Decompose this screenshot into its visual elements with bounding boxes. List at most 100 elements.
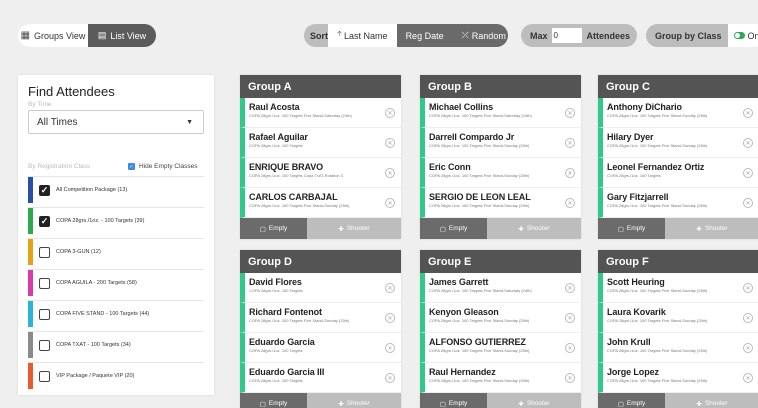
remove-icon[interactable]: ✕ xyxy=(565,283,575,293)
attendee-name: Raul Hernandez xyxy=(429,367,496,377)
add-shooter-button[interactable]: ✚ Shooter xyxy=(487,218,581,239)
remove-icon[interactable]: ✕ xyxy=(743,198,753,208)
group-card: Group B Michael Collins COPA 28grs./1oz. 1… xyxy=(420,75,581,239)
class-checkbox[interactable] xyxy=(39,277,50,289)
sort-random-button[interactable]: ⤫ Random xyxy=(452,24,508,47)
add-empty-button[interactable]: ▢ Empty xyxy=(240,393,307,408)
attendee-row[interactable]: Scott Heuring COPA 28grs./1oz. 100 Target… xyxy=(598,273,758,303)
attendee-name: Rafael Aguilar xyxy=(249,132,308,142)
class-filter-item[interactable]: ✓ COPA 28grs./1oz. - 100 Targets (39) xyxy=(28,207,204,234)
add-empty-button[interactable]: ▢ Empty xyxy=(598,393,665,408)
time-select[interactable]: All Times ▼ xyxy=(28,110,204,134)
list-view-button[interactable]: ▤ List View xyxy=(88,24,156,47)
class-checkbox[interactable]: ✓ xyxy=(39,215,50,227)
remove-icon[interactable]: ✕ xyxy=(565,168,575,178)
attendee-row[interactable]: Anthony DiChario COPA 28grs./1oz. 100 Tar… xyxy=(598,98,758,128)
add-shooter-button[interactable]: ✚ Shooter xyxy=(665,393,758,408)
class-filter-item[interactable]: COPA TXAT - 100 Targets (34) xyxy=(28,331,204,358)
attendee-row[interactable]: SERGIO DE LEON LEAL COPA 28grs./1oz. 100 … xyxy=(420,188,581,218)
attendee-row[interactable]: John Krull COPA 28grs./1oz. 100 Targets F… xyxy=(598,333,758,363)
class-color-bar xyxy=(28,363,33,389)
add-shooter-button[interactable]: ✚ Shooter xyxy=(307,218,401,239)
attendee-row[interactable]: Richard Fontenot COPA 28grs./1oz. 100 Tar… xyxy=(240,303,401,333)
remove-icon[interactable]: ✕ xyxy=(743,373,753,383)
plus-icon: ✚ xyxy=(518,225,524,233)
remove-icon[interactable]: ✕ xyxy=(385,283,395,293)
remove-icon[interactable]: ✕ xyxy=(385,138,395,148)
group-footer: ▢ Empty ✚ Shooter xyxy=(420,218,581,239)
attendee-row[interactable]: Eduardo Garcia COPA 28grs./1oz. 100 Targe… xyxy=(240,333,401,363)
remove-icon[interactable]: ✕ xyxy=(385,343,395,353)
attendee-detail: COPA 28grs./1oz. 100 Targets Five Stand-… xyxy=(607,318,708,323)
attendee-row[interactable]: Rafael Aguilar COPA 28grs./1oz. 100 Targe… xyxy=(240,128,401,158)
attendee-row[interactable]: David Flores COPA 28grs./1oz. 100 Targets… xyxy=(240,273,401,303)
attendee-row[interactable]: Gary Fitzjarrell COPA 28grs./1oz. 100 Tar… xyxy=(598,188,758,218)
attendee-row[interactable]: James Garrett COPA 28grs./1oz. 100 Target… xyxy=(420,273,581,303)
remove-icon[interactable]: ✕ xyxy=(565,198,575,208)
attendee-row[interactable]: Leonel Fernandez Ortiz COPA 28grs./1oz. 1… xyxy=(598,158,758,188)
attendee-row[interactable]: Laura Kovarik COPA 28grs./1oz. 100 Target… xyxy=(598,303,758,333)
class-checkbox[interactable] xyxy=(39,246,50,258)
remove-icon[interactable]: ✕ xyxy=(743,343,753,353)
group-card: Group D David Flores COPA 28grs./1oz. 100 … xyxy=(240,250,401,408)
hide-empty-classes[interactable]: ✓ Hide Empty Classes xyxy=(128,163,198,170)
group-card: Group F Scott Heuring COPA 28grs./1oz. 100… xyxy=(598,250,758,408)
remove-icon[interactable]: ✕ xyxy=(743,108,753,118)
sort-last-name-button[interactable]: 🡡 Last Name xyxy=(328,24,397,47)
remove-icon[interactable]: ✕ xyxy=(565,373,575,383)
remove-icon[interactable]: ✕ xyxy=(743,168,753,178)
add-empty-button[interactable]: ▢ Empty xyxy=(240,218,307,239)
class-checkbox[interactable] xyxy=(39,370,50,382)
remove-icon[interactable]: ✕ xyxy=(743,138,753,148)
attendee-row[interactable]: Raul Hernandez COPA 28grs./1oz. 100 Targe… xyxy=(420,363,581,393)
remove-icon[interactable]: ✕ xyxy=(565,343,575,353)
remove-icon[interactable]: ✕ xyxy=(385,168,395,178)
attendee-detail: COPA 28grs./1oz. 100 Targets Five Stand-… xyxy=(607,113,708,118)
class-filter-item[interactable]: COPA AGUILA - 200 Targets (58) xyxy=(28,269,204,296)
class-filter-item[interactable]: ✓ All Competition Package (13) xyxy=(28,176,204,203)
toggle-label: On xyxy=(747,30,758,41)
remove-icon[interactable]: ✕ xyxy=(385,313,395,323)
attendee-row[interactable]: Eric Conn COPA 28grs./1oz. 100 Targets Fi… xyxy=(420,158,581,188)
attendee-name: Gary Fitzjarrell xyxy=(607,192,669,202)
add-shooter-button[interactable]: ✚ Shooter xyxy=(487,393,581,408)
class-checkbox[interactable] xyxy=(39,339,50,351)
add-shooter-button[interactable]: ✚ Shooter xyxy=(665,218,758,239)
add-empty-button[interactable]: ▢ Empty xyxy=(420,393,487,408)
max-input[interactable]: 0 xyxy=(551,28,582,43)
class-filter-item[interactable]: COPA FIVE STAND - 100 Targets (44) xyxy=(28,300,204,327)
attendee-detail: COPA 28grs./1oz. 100 Targets Five Stand-… xyxy=(607,378,708,383)
attendee-row[interactable]: Raul Acosta COPA 28grs./1oz. 100 Targets … xyxy=(240,98,401,128)
attendee-row[interactable]: ENRIQUE BRAVO COPA 28grs./1oz. 100 Target… xyxy=(240,158,401,188)
remove-icon[interactable]: ✕ xyxy=(743,313,753,323)
remove-icon[interactable]: ✕ xyxy=(565,108,575,118)
remove-icon[interactable]: ✕ xyxy=(565,138,575,148)
attendee-row[interactable]: Darrell Compardo Jr COPA 28grs./1oz. 100 … xyxy=(420,128,581,158)
add-empty-button[interactable]: ▢ Empty xyxy=(598,218,665,239)
remove-icon[interactable]: ✕ xyxy=(385,108,395,118)
groups-view-button[interactable]: ▦ Groups View xyxy=(18,24,88,47)
class-checkbox[interactable] xyxy=(39,308,50,320)
remove-icon[interactable]: ✕ xyxy=(385,198,395,208)
attendee-row[interactable]: ALFONSO GUTIERREZ COPA 28grs./1oz. 100 Ta… xyxy=(420,333,581,363)
remove-icon[interactable]: ✕ xyxy=(743,283,753,293)
attendee-row[interactable]: Jorge Lopez COPA 28grs./1oz. 100 Targets … xyxy=(598,363,758,393)
group-by-class-toggle[interactable]: On xyxy=(727,24,758,47)
class-color-bar xyxy=(28,301,33,327)
class-filter-item[interactable]: COPA 3-GUN (12) xyxy=(28,238,204,265)
sort-reg-date-button[interactable]: Reg Date xyxy=(396,24,453,47)
attendee-name: David Flores xyxy=(249,277,302,287)
remove-icon[interactable]: ✕ xyxy=(565,313,575,323)
class-filter-item[interactable]: VIP Package / Paquete VIP (20) xyxy=(28,362,204,389)
class-label: COPA FIVE STAND - 100 Targets (44) xyxy=(56,311,150,317)
attendee-row[interactable]: Michael Collins COPA 28grs./1oz. 100 Targ… xyxy=(420,98,581,128)
attendee-row[interactable]: Eduardo Garcia III COPA 28grs./1oz. 100 T… xyxy=(240,363,401,393)
attendee-row[interactable]: Hilary Dyer COPA 28grs./1oz. 100 Targets … xyxy=(598,128,758,158)
attendee-row[interactable]: Kenyon Gleason COPA 28grs./1oz. 100 Targe… xyxy=(420,303,581,333)
class-checkbox[interactable]: ✓ xyxy=(39,184,50,196)
shooter-label: Shooter xyxy=(704,225,728,232)
add-empty-button[interactable]: ▢ Empty xyxy=(420,218,487,239)
remove-icon[interactable]: ✕ xyxy=(385,373,395,383)
add-shooter-button[interactable]: ✚ Shooter xyxy=(307,393,401,408)
attendee-row[interactable]: CARLOS CARBAJAL COPA 28grs./1oz. 100 Targ… xyxy=(240,188,401,218)
